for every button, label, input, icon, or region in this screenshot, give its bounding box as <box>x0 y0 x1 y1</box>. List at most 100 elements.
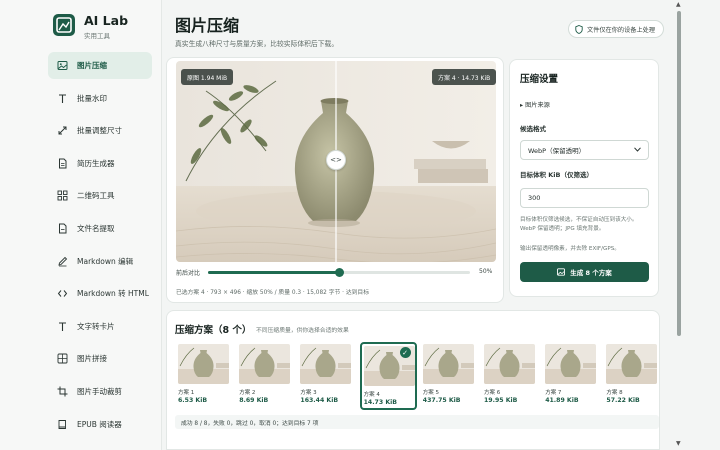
sidebar-item-image-stitch[interactable]: 图片拼接 <box>48 345 152 372</box>
compare-handle[interactable]: <> <box>326 150 346 170</box>
image-source-toggle[interactable]: ▸ 图片来源 <box>520 100 550 109</box>
app-logo-icon <box>53 14 75 36</box>
target-hint: 目标体积仅筛选候选，不保证自动压到该大小。WebP 保留透明；JPG 填充背景。 <box>520 217 638 232</box>
plan-name: 方案 3 <box>300 390 317 396</box>
sidebar-item-markdown-html[interactable]: Markdown 转 HTML <box>48 280 152 307</box>
plan-thumbnail <box>606 344 658 384</box>
sidebar-item-text-card[interactable]: 文字转卡片 <box>48 313 152 340</box>
scroll-up-icon[interactable]: ▲ <box>676 1 681 8</box>
plan-name: 方案 6 <box>484 390 501 396</box>
plan-card[interactable]: 方案 8 57.22 KiB <box>604 342 661 410</box>
crop-icon <box>56 385 68 397</box>
plans-title: 压缩方案（8 个） <box>175 325 252 336</box>
check-icon: ✓ <box>399 347 411 358</box>
sidebar-item-label: EPUB 阅读器 <box>77 419 122 429</box>
privacy-badge: 文件仅在你的设备上处理 <box>568 20 665 38</box>
plan-thumbnail <box>300 344 352 384</box>
plan-thumbnail <box>484 344 535 384</box>
plan-name: 方案 4 <box>363 392 380 398</box>
original-size-label: 原图 1.94 MiB <box>181 69 234 85</box>
plan-name: 方案 7 <box>545 390 562 396</box>
sidebar-nav: 图片压缩 批量水印 批量调整尺寸 简历生成器 二维码工具 文件名提取 Markd… <box>48 52 152 443</box>
settings-title: 压缩设置 <box>520 74 559 85</box>
plan-size: 8.69 KiB <box>239 397 269 404</box>
plan-card[interactable]: 方案 7 41.89 KiB <box>543 342 600 410</box>
plan-size: 163.44 KiB <box>300 397 339 404</box>
sidebar-item-image-compress[interactable]: 图片压缩 <box>48 52 152 79</box>
target-size-input[interactable]: 300 <box>520 188 649 208</box>
format-select[interactable]: WebP（保留透明） <box>520 140 649 160</box>
plan-name: 方案 5 <box>422 390 440 396</box>
plan-card[interactable]: ✓ 方案 4 14.73 KiB <box>359 342 417 410</box>
compare-slider[interactable] <box>208 268 470 277</box>
page-subtitle: 真实生成八种尺寸与质量方案，比较实际体积后下载。 <box>175 40 339 48</box>
shield-icon <box>575 25 583 36</box>
sidebar-item-label: 批量调整尺寸 <box>77 126 122 136</box>
sidebar-item-batch-resize[interactable]: 批量调整尺寸 <box>48 117 152 144</box>
plan-size: 19.95 KiB <box>484 397 518 404</box>
plan-size: 6.53 KiB <box>178 397 208 404</box>
format-value: WebP（保留透明） <box>528 147 586 155</box>
compare-slider-thumb[interactable] <box>335 268 344 277</box>
code-brackets-icon <box>56 288 68 300</box>
sidebar-item-qrcode[interactable]: 二维码工具 <box>48 182 152 209</box>
settings-panel: 压缩设置 ▸ 图片来源 候选格式 WebP（保留透明） 目标体积 KiB（仅筛选… <box>509 59 659 297</box>
compare-slider-row: 前后对比 50% <box>176 266 496 278</box>
sidebar-item-label: 图片压缩 <box>77 61 107 70</box>
sidebar-item-label: Markdown 编辑 <box>77 256 134 266</box>
status-bar: 成功 8 / 8，失败 0，跳过 0，取消 0；达到目标 7 项 <box>175 415 659 429</box>
output-hint: 输出保留透明像素，并去除 EXIF/GPS。 <box>520 246 620 252</box>
sidebar-item-label: 文字转卡片 <box>77 321 115 331</box>
file-icon <box>56 222 68 234</box>
page-scrollbar[interactable]: ▲ ▼ <box>672 0 681 450</box>
image-icon <box>56 60 68 72</box>
sidebar-item-epub-reader[interactable]: EPUB 阅读器 <box>48 411 152 438</box>
resize-arrows-icon <box>56 125 68 137</box>
plan-card[interactable]: 方案 3 163.44 KiB <box>298 342 355 410</box>
plan-thumbnail <box>545 344 597 384</box>
brand-subtitle: 实用工具 <box>84 32 110 40</box>
plan-name: 方案 2 <box>239 390 256 396</box>
sidebar-item-label: 批量水印 <box>77 93 107 103</box>
text-t-icon <box>56 320 68 332</box>
sidebar-item-resume[interactable]: 简历生成器 <box>48 150 152 177</box>
brand-title: AI Lab <box>84 13 129 28</box>
page-title: 图片压缩 <box>175 16 240 35</box>
qr-grid-icon <box>56 190 68 202</box>
sidebar-item-markdown-edit[interactable]: Markdown 编辑 <box>48 248 152 275</box>
pen-icon <box>56 255 68 267</box>
book-icon <box>56 418 68 430</box>
sidebar-item-label: 图片手动裁剪 <box>77 386 122 396</box>
sidebar-item-manual-crop[interactable]: 图片手动裁剪 <box>48 378 152 405</box>
plan-name: 方案 1 <box>178 390 195 396</box>
selected-plan-info: 已选方案 4 · 793 × 496 · 缩放 50% / 质量 0.3 · 1… <box>176 290 370 296</box>
plan-card[interactable]: 方案 2 8.69 KiB <box>237 342 294 410</box>
sidebar-item-label: 二维码工具 <box>77 191 115 201</box>
sidebar-item-label: 文件名提取 <box>77 223 115 233</box>
plan-size-label: 方案 4 · 14.73 KiB <box>432 69 497 85</box>
generate-plans-button[interactable]: 生成 8 个方案 <box>520 262 649 282</box>
compare-handle-glyph: <> <box>330 156 342 164</box>
plan-size: 57.22 KiB <box>606 397 640 404</box>
sidebar-item-filename-extract[interactable]: 文件名提取 <box>48 215 152 242</box>
plan-size: 41.89 KiB <box>545 397 579 404</box>
plan-card[interactable]: 方案 6 19.95 KiB <box>482 342 539 410</box>
sidebar: AI Lab 实用工具 图片压缩 批量水印 批量调整尺寸 简历生成器 二维码工具… <box>0 0 162 450</box>
sidebar-item-batch-watermark[interactable]: 批量水印 <box>48 85 152 112</box>
plan-thumbnail <box>422 344 474 384</box>
compare-slider-fill <box>208 271 339 274</box>
generate-button-label: 生成 8 个方案 <box>570 269 612 277</box>
image-icon <box>557 268 566 276</box>
scroll-down-icon[interactable]: ▼ <box>676 440 681 447</box>
compare-slider-value: 50% <box>479 268 493 275</box>
sidebar-item-label: Markdown 转 HTML <box>77 289 149 299</box>
document-icon <box>56 157 68 169</box>
scroll-thumb[interactable] <box>677 11 681 336</box>
image-grid-icon <box>56 353 68 365</box>
target-size-label: 目标体积 KiB（仅筛选） <box>520 171 593 179</box>
format-label: 候选格式 <box>520 125 546 133</box>
plan-card[interactable]: 方案 1 6.53 KiB <box>176 342 233 410</box>
sidebar-item-label: 图片拼接 <box>77 354 107 364</box>
plan-thumbnail <box>178 344 229 384</box>
plan-card[interactable]: 方案 5 437.75 KiB <box>421 342 478 410</box>
